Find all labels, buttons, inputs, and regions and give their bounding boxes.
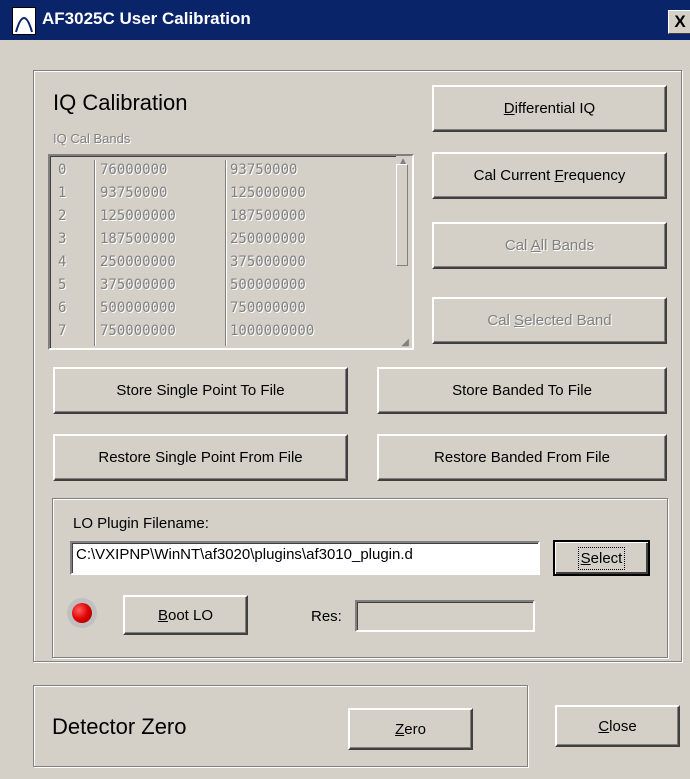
window-title: AF3025C User Calibration xyxy=(42,9,251,28)
lo-plugin-filename-field[interactable]: C:\VXIPNP\WinNT\af3020\plugins\af3010_pl… xyxy=(70,541,540,575)
iq-calibration-heading: IQ Calibration xyxy=(53,90,188,115)
close-window-button[interactable]: X xyxy=(668,10,690,34)
band-stop: 500000000 xyxy=(230,277,306,293)
zero-label: Zero xyxy=(395,721,426,738)
iq-cal-bands-label: IQ Cal Bands xyxy=(53,131,131,146)
band-stop: 125000000 xyxy=(230,185,306,201)
label-part: requency xyxy=(563,167,626,184)
label-part: elected Band xyxy=(524,312,612,329)
accelerator-key: F xyxy=(554,167,564,184)
band-row[interactable]: 6 500000000 750000000 xyxy=(50,298,390,321)
band-row[interactable]: 3 187500000 250000000 xyxy=(50,229,390,252)
differential-iq-button[interactable]: Differential IQ xyxy=(432,85,667,132)
zero-button[interactable]: Zero xyxy=(348,708,473,750)
accelerator-key: A xyxy=(530,237,541,254)
band-stop: 250000000 xyxy=(230,231,306,247)
label-part: oot LO xyxy=(167,606,214,624)
band-index: 1 xyxy=(58,185,67,201)
band-start: 375000000 xyxy=(100,277,176,293)
app-icon xyxy=(12,7,36,35)
boot-lo-button[interactable]: Boot LO xyxy=(123,595,248,635)
res-field xyxy=(355,600,535,632)
band-start: 187500000 xyxy=(100,231,176,247)
band-index: 5 xyxy=(58,277,67,293)
band-start: 76000000 xyxy=(100,162,168,178)
select-label: Select xyxy=(577,546,626,570)
accelerator-key: B xyxy=(157,606,168,624)
band-start: 750000000 xyxy=(100,323,176,339)
label-part: elect xyxy=(590,549,623,567)
label-part: lose xyxy=(609,717,637,735)
band-start: 250000000 xyxy=(100,254,176,270)
band-row[interactable]: 1 93750000 125000000 xyxy=(50,183,390,206)
band-row[interactable]: 0 76000000 93750000 xyxy=(50,160,390,183)
list-scrollbar[interactable]: ▲ ◢ xyxy=(396,156,412,348)
cal-all-bands-button[interactable]: Cal All Bands xyxy=(432,222,667,269)
cal-selected-band-button[interactable]: Cal Selected Band xyxy=(432,297,667,344)
status-led-icon xyxy=(72,603,92,623)
band-start: 500000000 xyxy=(100,300,176,316)
band-stop: 750000000 xyxy=(230,300,306,316)
cal-current-frequency-button[interactable]: Cal Current Frequency xyxy=(432,152,667,199)
band-index: 6 xyxy=(58,300,67,316)
restore-banded-button[interactable]: Restore Banded From File xyxy=(377,434,667,481)
band-start: 93750000 xyxy=(100,185,168,201)
res-label: Res: xyxy=(311,608,342,625)
resize-grip-icon: ◢ xyxy=(401,337,409,348)
cal-all-bands-label: Cal All Bands xyxy=(505,237,594,254)
scroll-thumb[interactable] xyxy=(396,164,408,266)
label-part: ero xyxy=(404,720,426,738)
lo-status-indicator xyxy=(67,598,97,628)
label-part: ll Bands xyxy=(540,237,595,254)
band-row[interactable]: 7 750000000 1000000000 xyxy=(50,321,390,344)
calibration-window: AF3025C User Calibration X IQ Calibratio… xyxy=(0,0,690,779)
label-part: ifferential IQ xyxy=(514,100,596,117)
band-index: 2 xyxy=(58,208,67,224)
band-row[interactable]: 2 125000000 187500000 xyxy=(50,206,390,229)
boot-lo-label: Boot LO xyxy=(158,607,213,624)
title-bar[interactable]: AF3025C User Calibration xyxy=(0,0,690,40)
band-stop: 187500000 xyxy=(230,208,306,224)
band-row[interactable]: 4 250000000 375000000 xyxy=(50,252,390,275)
accelerator-key: S xyxy=(514,312,525,329)
accelerator-key: Z xyxy=(395,720,405,738)
band-index: 4 xyxy=(58,254,67,270)
store-banded-button[interactable]: Store Banded To File xyxy=(377,367,667,414)
band-index: 7 xyxy=(58,323,67,339)
band-stop: 1000000000 xyxy=(230,323,315,339)
band-row[interactable]: 5 375000000 500000000 xyxy=(50,275,390,298)
restore-single-point-button[interactable]: Restore Single Point From File xyxy=(53,434,348,481)
select-button[interactable]: Select xyxy=(553,540,650,576)
band-index: 0 xyxy=(58,162,67,178)
band-stop: 375000000 xyxy=(230,254,306,270)
label-part: Cal xyxy=(487,312,515,329)
cal-selected-band-label: Cal Selected Band xyxy=(487,312,611,329)
differential-iq-label: Differential IQ xyxy=(504,100,595,117)
close-label: Close xyxy=(598,718,636,735)
accelerator-key: S xyxy=(580,549,591,567)
iq-cal-bands-list[interactable]: 0 76000000 93750000 1 93750000 125000000 2 1250… xyxy=(48,154,414,350)
label-part: Cal xyxy=(504,237,531,254)
accelerator-key: D xyxy=(503,100,515,117)
band-stop: 93750000 xyxy=(230,162,298,178)
band-index: 3 xyxy=(58,231,67,247)
band-start: 125000000 xyxy=(100,208,176,224)
detector-zero-heading: Detector Zero xyxy=(52,714,187,739)
accelerator-key: C xyxy=(598,717,610,735)
store-single-point-button[interactable]: Store Single Point To File xyxy=(53,367,348,414)
label-part: Cal Current xyxy=(473,167,555,184)
lo-plugin-filename-label: LO Plugin Filename: xyxy=(73,515,209,532)
cal-current-frequency-label: Cal Current Frequency xyxy=(474,167,626,184)
close-button[interactable]: Close xyxy=(555,705,680,747)
